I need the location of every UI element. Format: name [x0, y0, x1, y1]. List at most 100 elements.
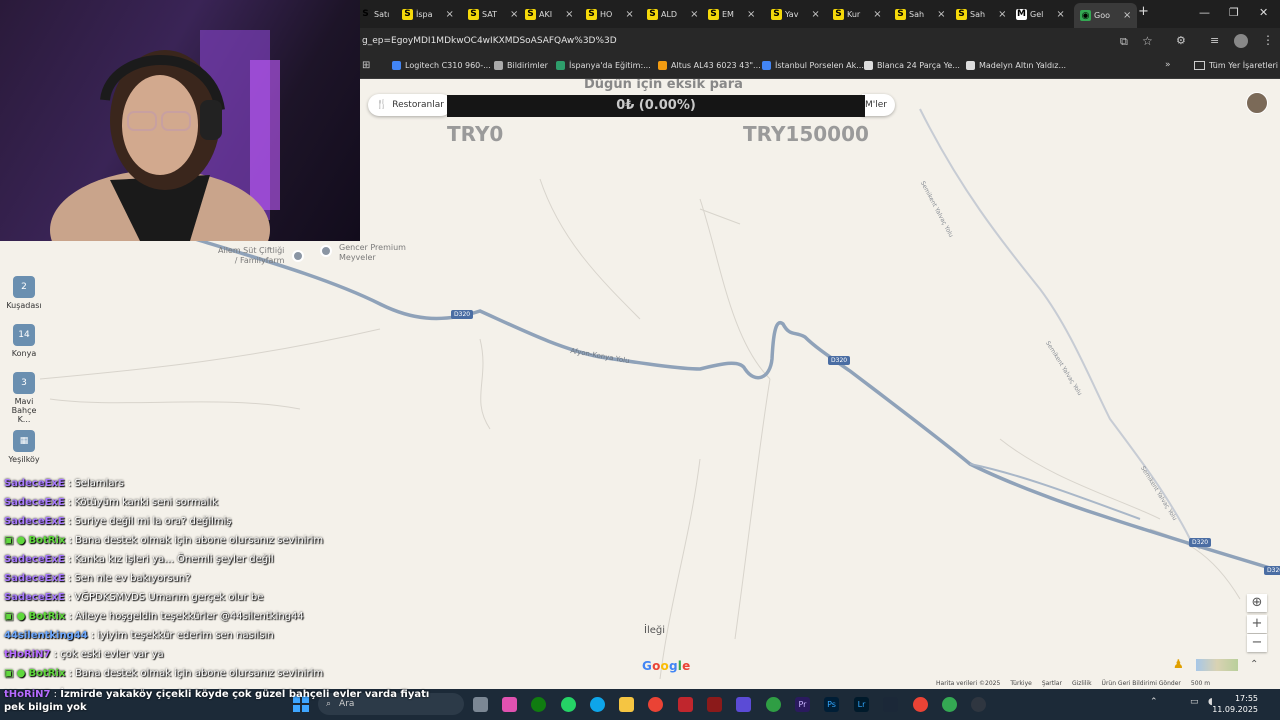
tab-close-icon[interactable]: ×: [873, 9, 881, 20]
bookmark-item[interactable]: Madelyn Altın Yaldız...: [966, 61, 1066, 70]
browser-tab[interactable]: S Kur ×: [833, 4, 882, 24]
map-privacy-link[interactable]: Gizlilik: [1072, 680, 1092, 687]
place-gencer-label[interactable]: Gencer Premium Meyveler: [339, 243, 406, 263]
browser-tab[interactable]: S Yav ×: [771, 4, 820, 24]
xbox-icon[interactable]: [531, 697, 546, 712]
tab-close-icon[interactable]: ×: [998, 9, 1006, 20]
imagery-strip[interactable]: [1196, 659, 1238, 671]
browser-tab[interactable]: S Sah ×: [956, 4, 1006, 24]
minimize-icon[interactable]: —: [1199, 6, 1210, 19]
apps-icon[interactable]: ⊞: [362, 60, 370, 71]
bookmarks-overflow-icon[interactable]: »: [1165, 60, 1171, 70]
menu-kebab-icon[interactable]: ⋮: [1262, 33, 1274, 47]
bookmark-item[interactable]: Blanca 24 Parça Ye...: [864, 61, 960, 70]
gencer-pin-icon[interactable]: [320, 245, 332, 257]
all-bookmarks[interactable]: Tüm Yer İşaretleri: [1194, 61, 1278, 70]
whatsapp-icon[interactable]: [561, 697, 576, 712]
all-bookmarks-label: Tüm Yer İşaretleri: [1209, 61, 1279, 70]
folder-icon: 2: [13, 276, 35, 298]
app-dark-red-icon[interactable]: [707, 697, 722, 712]
premiere-icon[interactable]: Pr: [795, 697, 810, 712]
browser-tab[interactable]: S İspa ×: [402, 4, 454, 24]
map-terms-link[interactable]: Şartlar: [1042, 680, 1062, 687]
network-icon[interactable]: ▭: [1190, 697, 1199, 707]
bookmark-item[interactable]: Altus AL43 6023 43"...: [658, 61, 761, 70]
tab-close-icon[interactable]: ×: [811, 9, 819, 20]
profile-avatar[interactable]: [1234, 34, 1248, 48]
chat-separator: :: [64, 573, 75, 584]
edge-icon[interactable]: [590, 697, 605, 712]
desktop-icon-mavi-bahce[interactable]: 3 Mavi Bahçe K...: [6, 372, 42, 424]
place-gencer-line2: Meyveler: [339, 253, 376, 262]
taskbar-clock[interactable]: 17:55 11.09.2025: [1212, 693, 1258, 715]
desktop-icon-yesilkoy[interactable]: ▦ Yeşilköy: [6, 430, 42, 464]
tab-close-icon[interactable]: ×: [446, 9, 454, 20]
desktop-icon-konya[interactable]: 14 Konya: [6, 324, 42, 358]
bookmark-item[interactable]: Bildirimler: [494, 61, 548, 70]
photoshop-icon[interactable]: Ps: [824, 697, 839, 712]
farm-pin-icon[interactable]: [292, 250, 304, 262]
map-feedback-link[interactable]: Ürün Geri Bildirimi Gönder: [1102, 680, 1181, 687]
account-avatar[interactable]: [1246, 92, 1268, 114]
steam-icon[interactable]: [883, 697, 898, 712]
tab-label: Satı: [374, 9, 390, 19]
browser-tab[interactable]: S AKI ×: [525, 4, 573, 24]
bookmark-item[interactable]: İstanbul Porselen Ak...: [762, 61, 864, 70]
app-green-icon[interactable]: [766, 697, 781, 712]
media-icon[interactable]: ≡: [1210, 34, 1219, 47]
obs-icon[interactable]: [971, 697, 986, 712]
my-location-icon[interactable]: ⊕: [1247, 594, 1267, 612]
zoom-in-button[interactable]: +: [1247, 615, 1267, 633]
pegman-icon[interactable]: ♟: [1173, 657, 1187, 673]
tab-close-icon[interactable]: ×: [625, 9, 633, 20]
map-scale[interactable]: 500 m: [1191, 680, 1210, 687]
browser-tab[interactable]: M Gel ×: [1016, 4, 1065, 24]
restaurants-chip[interactable]: 🍴 Restoranlar: [368, 94, 452, 116]
tab-close-icon[interactable]: ×: [937, 9, 945, 20]
bookmark-item[interactable]: İspanya'da Eğitim:...: [556, 61, 651, 70]
chat-line: SadeceExE : Suriye değil mi la ora? deği…: [4, 516, 232, 527]
app-icon[interactable]: [502, 697, 517, 712]
browser-tab[interactable]: S HO ×: [586, 4, 634, 24]
zoom-out-button[interactable]: −: [1247, 634, 1267, 652]
browser-tab[interactable]: S SAT ×: [468, 4, 518, 24]
browser-tab[interactable]: ◉ Goo ×: [1074, 3, 1138, 28]
chrome-icon[interactable]: [648, 697, 663, 712]
chrome-2-icon[interactable]: [942, 697, 957, 712]
file-explorer-icon[interactable]: [619, 697, 634, 712]
chat-separator: :: [64, 478, 75, 489]
browser-tab[interactable]: S ALD ×: [647, 4, 698, 24]
tab-close-icon[interactable]: ×: [1123, 10, 1131, 21]
desktop-icon-kusadasi[interactable]: 2 Kuşadası: [6, 276, 42, 310]
bookmark-favicon-icon: [762, 61, 771, 70]
tab-close-icon[interactable]: ×: [565, 9, 573, 20]
task-view-icon[interactable]: [473, 697, 488, 712]
bookmark-item[interactable]: Logitech C310 960-...: [392, 61, 491, 70]
extensions-icon[interactable]: ⚙: [1176, 34, 1186, 47]
tab-close-icon[interactable]: ×: [1056, 9, 1064, 20]
maximize-icon[interactable]: ❐: [1229, 6, 1239, 19]
expand-icon[interactable]: ⌃: [1250, 659, 1262, 671]
place-farm-label[interactable]: Ailem Süt Çiftliği / Familyfarm: [218, 246, 284, 266]
chat-username: BotRix: [28, 668, 66, 679]
browser-tab[interactable]: S Sah ×: [895, 4, 945, 24]
lightroom-icon[interactable]: Lr: [854, 697, 869, 712]
bookmark-star-icon[interactable]: ☆: [1142, 34, 1153, 48]
tab-close-icon[interactable]: ×: [690, 9, 698, 20]
tab-close-icon[interactable]: ×: [510, 9, 518, 20]
url-text[interactable]: g_ep=EgoyMDI1MDkwOC4wIKXMDSoASAFQAw%3D%3…: [362, 36, 617, 46]
map-country[interactable]: Türkiye: [1010, 680, 1032, 687]
app-red-icon[interactable]: [678, 697, 693, 712]
fork-knife-icon: 🍴: [376, 100, 388, 110]
bookmark-favicon-icon: [494, 61, 503, 70]
tab-close-icon[interactable]: ×: [747, 9, 755, 20]
address-bar[interactable]: g_ep=EgoyMDI1MDkwOC4wIKXMDSoASAFQAw%3D%3…: [360, 28, 1280, 56]
install-app-icon[interactable]: ⧉: [1120, 35, 1128, 49]
close-window-icon[interactable]: ✕: [1259, 6, 1268, 19]
new-tab-button[interactable]: +: [1138, 4, 1149, 19]
chrome-active-icon[interactable]: [913, 697, 928, 712]
app-purple-icon[interactable]: [736, 697, 751, 712]
atms-chip[interactable]: M'ler: [862, 94, 895, 116]
tray-chevron-icon[interactable]: ⌃: [1150, 697, 1158, 707]
browser-tab[interactable]: S EM ×: [708, 4, 755, 24]
